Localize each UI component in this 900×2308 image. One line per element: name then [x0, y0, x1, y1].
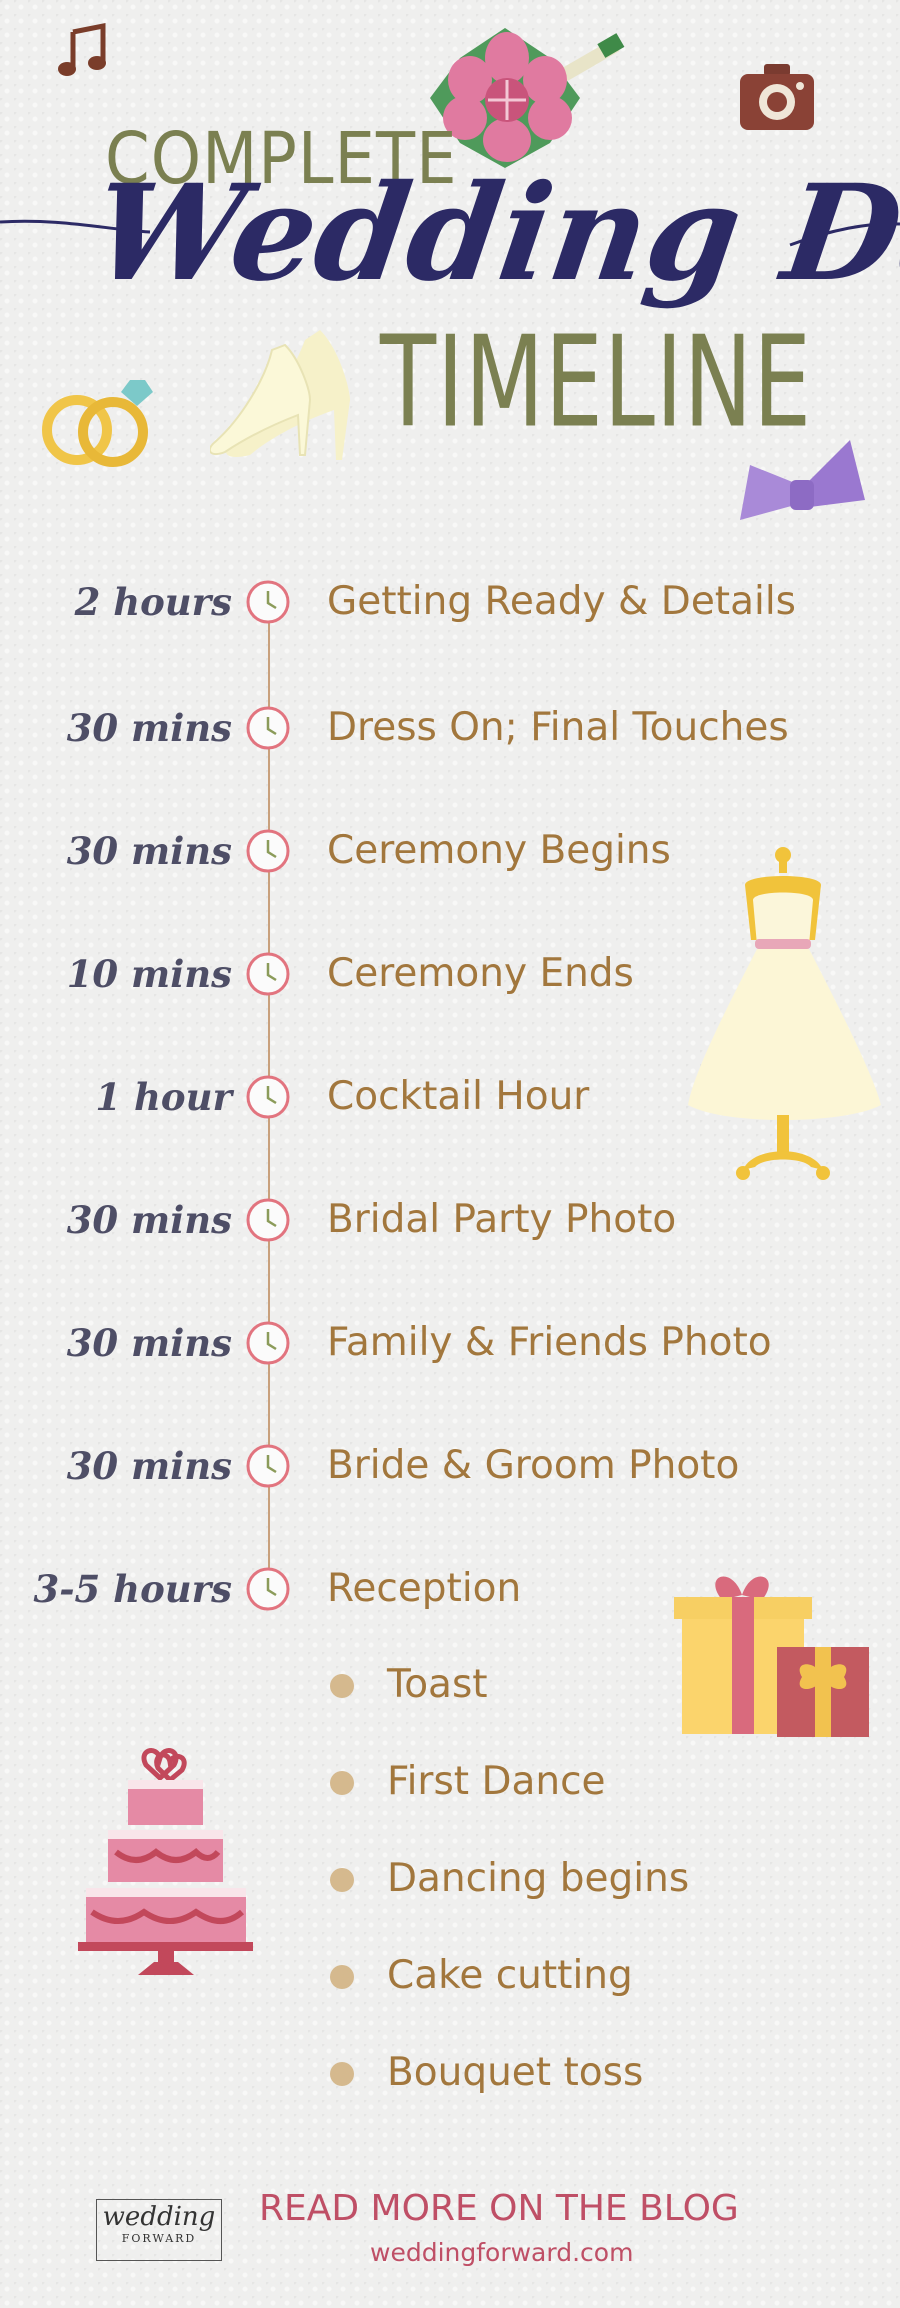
music-note-icon [58, 22, 106, 76]
reception-item-label: Dancing begins [387, 1856, 690, 1901]
logo-word: wedding [102, 2202, 216, 2232]
brand-logo[interactable]: wedding FORWARD [96, 2199, 222, 2261]
reception-item: Bouquet toss [0, 2045, 900, 2101]
clock-icon [246, 952, 290, 996]
shoes-icon [210, 330, 350, 460]
bow-tie-icon [740, 440, 865, 520]
title-wedding-day: Wedding Day [84, 156, 900, 311]
timeline-row: 30 mins Bride & Groom Photo [0, 1436, 900, 1496]
clock-icon [246, 1075, 290, 1119]
duration-label: 30 mins [66, 706, 232, 750]
clock-icon [246, 1444, 290, 1488]
gift-icon [674, 1576, 869, 1737]
duration-label: 30 mins [66, 1198, 232, 1242]
duration-label: 10 mins [66, 952, 232, 996]
reception-item-label: First Dance [387, 1759, 606, 1804]
duration-label: 1 hour [95, 1075, 232, 1119]
bullet-dot [330, 1868, 354, 1892]
duration-label: 30 mins [66, 829, 232, 873]
timeline-row: 30 mins Family & Friends Photo [0, 1313, 900, 1373]
event-label: Ceremony Begins [327, 828, 671, 873]
read-more-link[interactable]: READ MORE ON THE BLOG [259, 2188, 759, 2229]
timeline-row: 2 hours Getting Ready & Details [0, 572, 900, 632]
cake-icon [78, 1748, 253, 1975]
event-label: Ceremony Ends [327, 951, 634, 996]
clock-icon [246, 706, 290, 750]
rings-icon [42, 380, 153, 467]
website-url[interactable]: weddingforward.com [370, 2238, 633, 2267]
title-timeline: TIMELINE [380, 309, 812, 456]
bullet-dot [330, 1674, 354, 1698]
duration-label: 30 mins [66, 1444, 232, 1488]
clock-icon [246, 1198, 290, 1242]
event-label: Reception [327, 1566, 522, 1611]
reception-item-label: Bouquet toss [387, 2050, 644, 2095]
event-label: Bride & Groom Photo [327, 1443, 740, 1488]
clock-icon [246, 829, 290, 873]
event-label: Getting Ready & Details [327, 579, 796, 624]
timeline-row: 30 mins Bridal Party Photo [0, 1190, 900, 1250]
duration-label: 3-5 hours [33, 1567, 232, 1611]
event-label: Bridal Party Photo [327, 1197, 677, 1242]
logo-sub: FORWARD [121, 2232, 197, 2245]
dress-icon [688, 847, 881, 1180]
duration-label: 2 hours [74, 580, 232, 624]
clock-icon [246, 1567, 290, 1611]
event-label: Dress On; Final Touches [327, 705, 789, 750]
clock-icon [246, 580, 290, 624]
event-label: Family & Friends Photo [327, 1320, 772, 1365]
bullet-dot [330, 1965, 354, 1989]
duration-label: 30 mins [66, 1321, 232, 1365]
timeline-row: 30 mins Dress On; Final Touches [0, 698, 900, 758]
camera-icon [740, 64, 814, 130]
bullet-dot [330, 2062, 354, 2086]
reception-item-label: Cake cutting [387, 1953, 633, 1998]
bullet-dot [330, 1771, 354, 1795]
clock-icon [246, 1321, 290, 1365]
event-label: Cocktail Hour [327, 1074, 590, 1119]
reception-item-label: Toast [387, 1662, 488, 1707]
